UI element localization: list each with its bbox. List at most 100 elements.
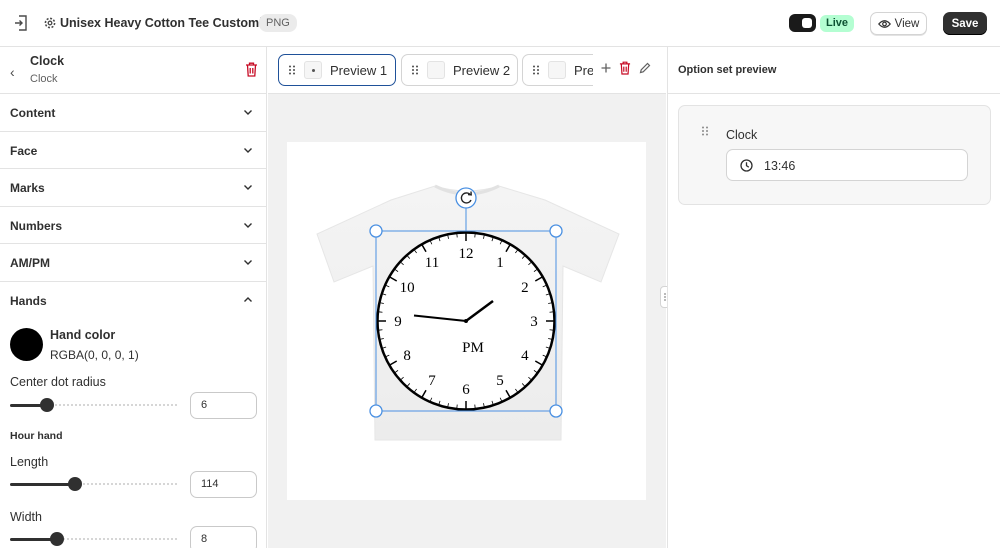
save-button[interactable]: Save bbox=[943, 12, 987, 35]
clock-number: 5 bbox=[496, 373, 504, 389]
section-content[interactable]: Content bbox=[0, 94, 266, 132]
design-canvas[interactable]: 12 1 2 3 4 5 6 7 8 9 10 11 PM bbox=[287, 142, 646, 500]
slider-thumb[interactable] bbox=[39, 398, 54, 412]
edit-icon[interactable] bbox=[639, 62, 651, 74]
resize-handle[interactable] bbox=[549, 404, 563, 418]
section-hands[interactable]: Hands bbox=[0, 282, 266, 320]
option-set-panel: Option set preview Clock 13:46 bbox=[667, 47, 1000, 548]
center-dot-slider[interactable] bbox=[10, 398, 177, 412]
tab-label: Preview 3 bbox=[574, 62, 593, 78]
eye-icon bbox=[877, 19, 891, 28]
preview-area: Preview 1 Preview 2 Preview 3 bbox=[268, 47, 666, 548]
hour-hand-heading: Hour hand bbox=[10, 430, 63, 442]
clock-number: 11 bbox=[425, 255, 439, 271]
delete-icon[interactable] bbox=[245, 62, 258, 77]
drag-handle-icon[interactable] bbox=[411, 65, 419, 75]
preview-tab-3[interactable]: Preview 3 bbox=[522, 54, 593, 86]
delete-icon[interactable] bbox=[619, 61, 631, 75]
top-bar: Unisex Heavy Cotton Tee Customix PNG Liv… bbox=[0, 0, 1000, 47]
view-button[interactable]: View bbox=[870, 12, 927, 35]
center-dot-label: Center dot radius bbox=[10, 375, 106, 389]
clock-number: 3 bbox=[530, 314, 538, 330]
chevron-down-icon[interactable] bbox=[243, 220, 253, 230]
slider-thumb[interactable] bbox=[68, 477, 83, 491]
clock-number: 2 bbox=[521, 280, 529, 296]
drag-handle-icon[interactable] bbox=[701, 126, 709, 136]
panel-header: ‹ Clock Clock bbox=[0, 47, 266, 94]
clock-field-label: Clock bbox=[726, 128, 758, 142]
drag-handle-icon[interactable] bbox=[532, 65, 540, 75]
option-card: Clock 13:46 bbox=[678, 105, 991, 205]
tab-label: Preview 2 bbox=[453, 62, 511, 78]
panel-title: Clock bbox=[30, 54, 65, 68]
clock-icon bbox=[740, 159, 753, 172]
section-numbers[interactable]: Numbers bbox=[0, 207, 266, 244]
section-face[interactable]: Face bbox=[0, 132, 266, 169]
live-badge: Live bbox=[820, 15, 855, 32]
clock-number: 9 bbox=[394, 314, 402, 330]
resize-handle[interactable] bbox=[369, 224, 383, 238]
width-label: Width bbox=[10, 510, 42, 524]
live-toggle[interactable] bbox=[789, 14, 816, 32]
exit-icon[interactable] bbox=[14, 15, 28, 31]
drag-handle-icon[interactable] bbox=[288, 65, 296, 75]
preview-thumbnail bbox=[304, 61, 322, 79]
clock-number: 10 bbox=[400, 280, 415, 296]
length-input[interactable]: 114 bbox=[190, 471, 257, 498]
format-badge: PNG bbox=[259, 14, 297, 32]
settings-panel: ‹ Clock Clock Content Face Marks Numbers AM/… bbox=[0, 47, 267, 548]
slider-thumb[interactable] bbox=[49, 532, 64, 546]
clock-number: 1 bbox=[496, 255, 504, 271]
resize-handle[interactable] bbox=[369, 404, 383, 418]
add-icon[interactable] bbox=[601, 63, 611, 73]
option-set-title: Option set preview bbox=[678, 64, 777, 76]
center-dot bbox=[464, 319, 468, 323]
tshirt-mockup: 121234567891011 PM bbox=[316, 184, 620, 441]
hand-color-swatch[interactable] bbox=[10, 328, 43, 361]
chevron-down-icon[interactable] bbox=[243, 257, 253, 267]
section-am-pm[interactable]: AM/PM bbox=[0, 244, 266, 282]
length-slider[interactable] bbox=[10, 477, 177, 491]
preview-tab-bar: Preview 1 Preview 2 Preview 3 bbox=[268, 47, 666, 94]
product-title[interactable]: Unisex Heavy Cotton Tee Customix bbox=[60, 16, 270, 30]
section-label: AM/PM bbox=[10, 256, 50, 270]
time-value: 13:46 bbox=[764, 159, 796, 173]
section-label: Marks bbox=[10, 181, 45, 195]
panel-subtitle: Clock bbox=[30, 73, 58, 85]
option-set-header: Option set preview bbox=[668, 47, 1000, 94]
gear-icon[interactable] bbox=[43, 16, 57, 30]
preview-tab-2[interactable]: Preview 2 bbox=[401, 54, 518, 86]
preview-thumbnail bbox=[548, 61, 566, 79]
toggle-knob bbox=[802, 18, 812, 28]
section-label: Content bbox=[10, 106, 56, 120]
preview-thumbnail bbox=[427, 61, 445, 79]
clock-number: 12 bbox=[459, 246, 474, 262]
chevron-down-icon[interactable] bbox=[243, 145, 253, 155]
tab-label: Preview 1 bbox=[330, 62, 388, 78]
center-dot-input[interactable]: 6 bbox=[190, 392, 257, 419]
width-input[interactable]: 8 bbox=[190, 526, 257, 548]
hand-color-label: Hand color bbox=[50, 328, 116, 342]
view-label: View bbox=[894, 17, 920, 30]
section-label: Numbers bbox=[10, 218, 63, 233]
preview-tab-1[interactable]: Preview 1 bbox=[278, 54, 396, 86]
clock-number: 4 bbox=[521, 348, 529, 364]
clock-number: 6 bbox=[462, 382, 470, 398]
rotate-handle-icon[interactable] bbox=[455, 187, 477, 209]
section-label: Face bbox=[10, 143, 38, 158]
resize-handle[interactable] bbox=[549, 224, 563, 238]
section-label: Hands bbox=[10, 293, 47, 308]
time-input[interactable]: 13:46 bbox=[726, 149, 968, 181]
hand-color-value: RGBA(0, 0, 0, 1) bbox=[50, 348, 139, 362]
clock-number: 8 bbox=[403, 348, 411, 364]
ampm-label: PM bbox=[462, 340, 484, 356]
chevron-down-icon[interactable] bbox=[243, 182, 253, 192]
section-marks[interactable]: Marks bbox=[0, 169, 266, 207]
back-icon[interactable]: ‹ bbox=[10, 64, 15, 80]
chevron-up-icon[interactable] bbox=[243, 295, 253, 305]
clock-artwork[interactable]: 121234567891011 PM bbox=[376, 231, 556, 411]
chevron-down-icon[interactable] bbox=[243, 107, 253, 117]
clock-number: 7 bbox=[428, 373, 436, 389]
length-label: Length bbox=[10, 455, 49, 469]
width-slider[interactable] bbox=[10, 532, 177, 546]
